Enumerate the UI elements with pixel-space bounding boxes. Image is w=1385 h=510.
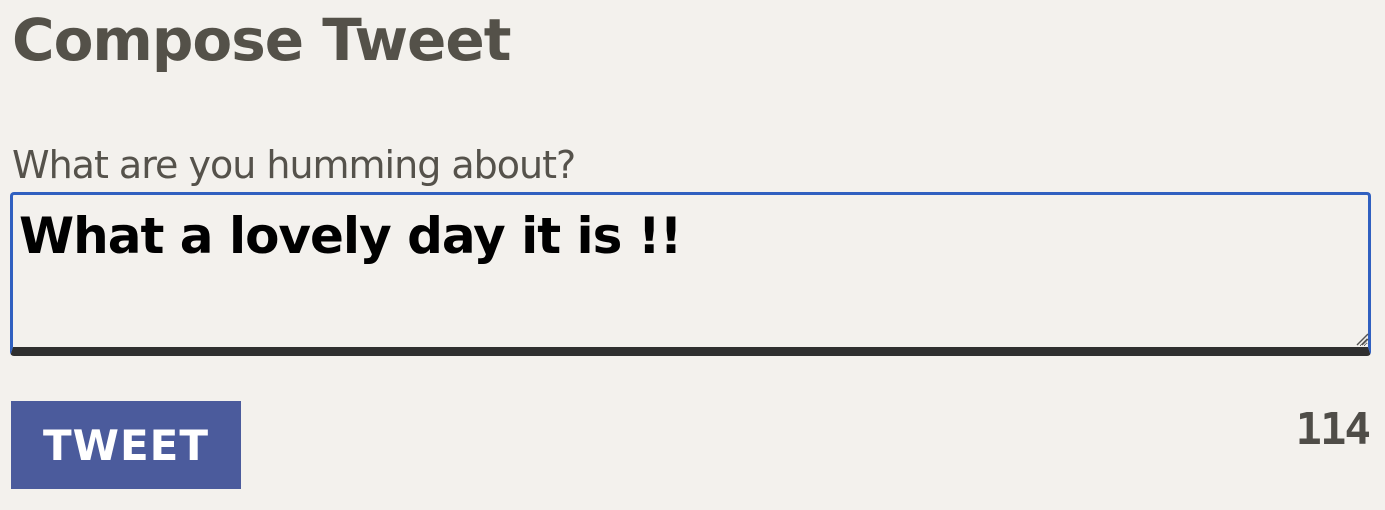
tweet-field-label: What are you humming about? [12,143,576,187]
tweet-button[interactable]: TWEET [11,401,241,489]
tweet-textarea[interactable] [10,192,1371,356]
resize-grip-icon[interactable] [1355,332,1369,346]
page-title: Compose Tweet [12,6,511,74]
character-count: 114 [1295,404,1371,455]
